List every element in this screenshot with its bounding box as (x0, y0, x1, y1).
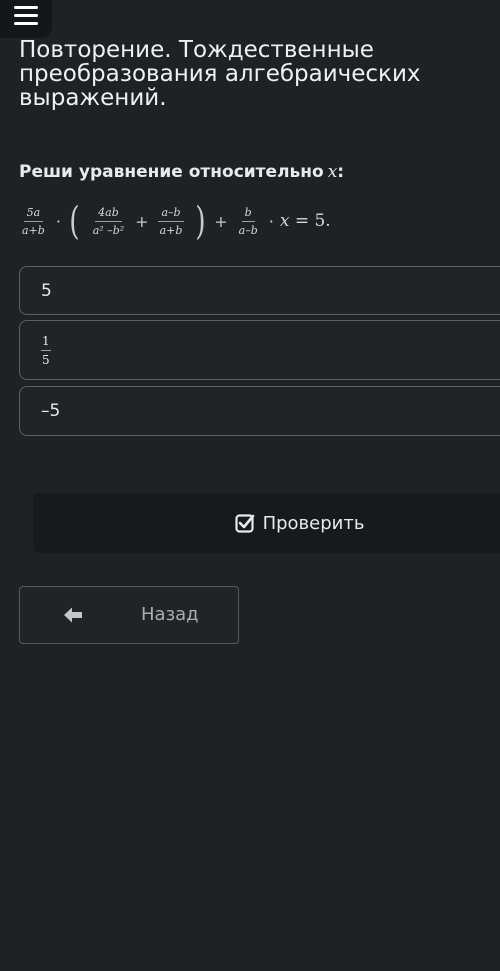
option-label: 5 (41, 280, 52, 301)
multiply-dot-2: · (268, 211, 274, 231)
back-button-label: Назад (141, 604, 199, 625)
arrow-left-icon (64, 607, 82, 623)
fraction-2: 4ab a² –b² (92, 205, 125, 237)
plus-sign-2: + (214, 211, 228, 231)
prompt-text: Реши уравнение относительно (19, 162, 324, 182)
fraction-1: 5a a+b (22, 205, 45, 237)
page-title: Повторение. Тождественные преобразования… (19, 37, 421, 111)
equation: 5a a+b · ( 4ab a² –b² + a–b a+b ) + b a–… (17, 198, 331, 244)
multiply-dot: · (55, 211, 61, 231)
check-button[interactable]: Проверить (33, 493, 500, 553)
menu-button[interactable] (0, 0, 52, 38)
prompt-colon: : (337, 162, 345, 182)
answer-option-1[interactable]: 5 (19, 266, 500, 315)
plus-sign: + (135, 211, 149, 231)
check-button-label: Проверить (262, 512, 365, 534)
option-label: –5 (41, 401, 61, 421)
hamburger-menu-icon (14, 5, 38, 9)
left-paren: ( (69, 199, 80, 243)
back-button[interactable]: Назад (19, 586, 239, 644)
equation-rhs: x = 5. (279, 211, 331, 231)
checkbox-check-icon (234, 514, 254, 533)
fraction-3: a–b a+b (158, 205, 184, 237)
answer-option-2[interactable]: 1 5 (19, 320, 500, 380)
option-fraction: 1 5 (41, 333, 51, 367)
right-paren: ) (195, 199, 207, 243)
prompt-variable: x (327, 162, 338, 182)
question-prompt: Реши уравнение относительно x: (19, 162, 344, 182)
answer-option-3[interactable]: –5 (19, 386, 500, 436)
fraction-4: b a–b (238, 205, 258, 237)
